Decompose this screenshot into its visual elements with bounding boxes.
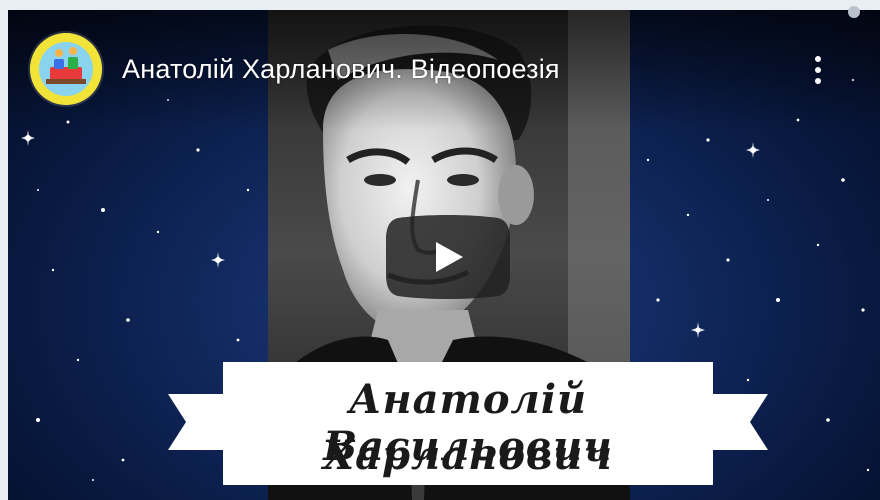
channel-avatar[interactable] [30, 33, 102, 105]
name-banner: Анатолій Васильович Харланович [168, 350, 768, 500]
page-frame: Анатолій Харланович. Відеопоезія Анатолі… [0, 0, 880, 500]
channel-avatar-icon [30, 33, 102, 105]
video-player[interactable]: Анатолій Харланович. Відеопоезія Анатолі… [8, 10, 880, 500]
youtube-play-icon [385, 215, 511, 299]
video-title[interactable]: Анатолій Харланович. Відеопоезія [122, 54, 560, 85]
more-options-button[interactable] [804, 50, 832, 90]
banner-line-2: Харланович [323, 432, 613, 479]
page-corner-dot [848, 6, 860, 18]
play-button[interactable] [385, 214, 511, 300]
